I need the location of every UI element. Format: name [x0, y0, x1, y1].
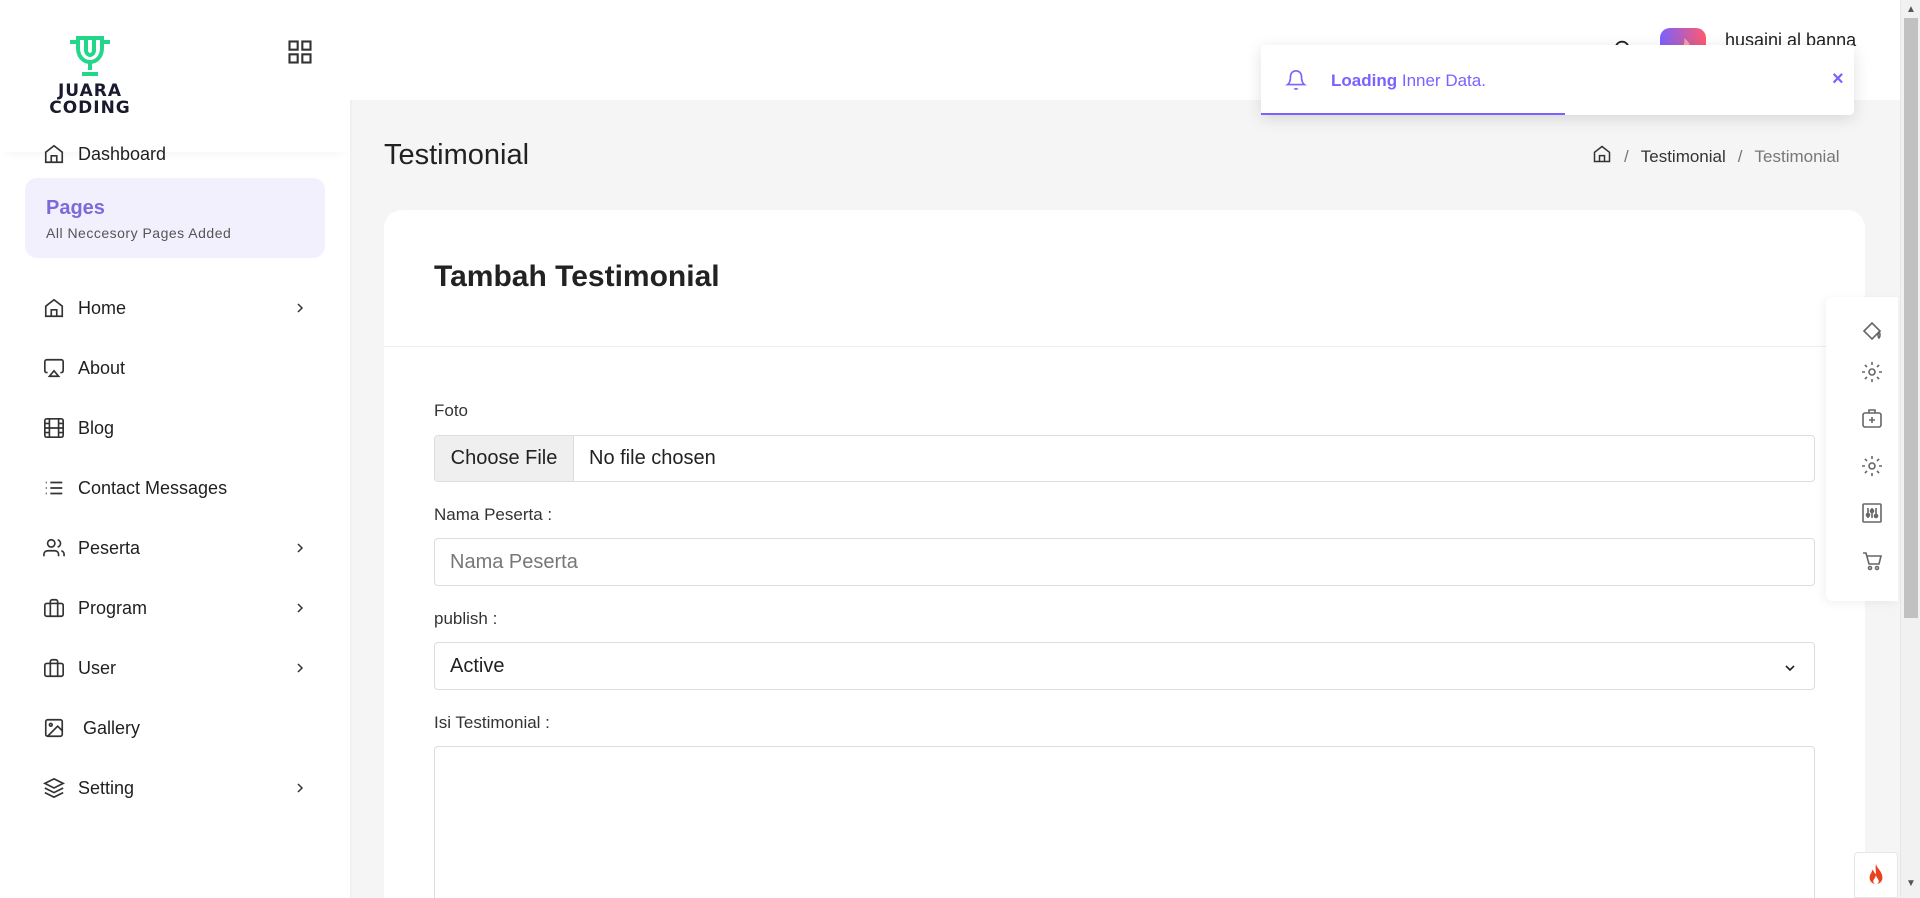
publish-label: publish :	[434, 609, 498, 628]
breadcrumb-link[interactable]: Testimonial	[1641, 147, 1726, 167]
toast-message-bold: Loading	[1331, 71, 1398, 90]
foto-label: Foto	[434, 401, 469, 420]
sidebar-item-peserta[interactable]: Peserta	[0, 518, 350, 578]
logo-area: JUARA CODING	[0, 0, 350, 152]
sidebar-item-label: Setting	[78, 777, 135, 798]
sidebar-item-label: Contact Messages	[78, 477, 228, 498]
sidebar-item-dashboard[interactable]: Dashboard	[0, 134, 350, 174]
breadcrumb-home-icon[interactable]	[1592, 144, 1612, 169]
scroll-up-arrow-icon[interactable]: ▲	[1906, 4, 1916, 15]
film-icon	[42, 416, 66, 440]
bell-icon	[1285, 69, 1307, 96]
toast-progress-bar	[1261, 113, 1565, 115]
gear-icon[interactable]	[1860, 454, 1884, 478]
nama-peserta-label: Nama Peserta :	[434, 505, 553, 524]
briefcase-icon	[42, 596, 66, 620]
breadcrumb-separator: /	[1624, 146, 1629, 166]
pages-card-title: Pages	[46, 197, 105, 219]
grid-menu-icon[interactable]	[286, 38, 314, 66]
file-status-text: No file chosen	[589, 447, 716, 469]
briefcase-icon	[42, 656, 66, 680]
isi-testimonial-label: Isi Testimonial :	[434, 713, 550, 732]
sliders-icon[interactable]	[1860, 501, 1884, 525]
gear-icon[interactable]	[1860, 360, 1884, 384]
sidebar-item-gallery[interactable]: Gallery	[0, 698, 350, 758]
trophy-logo-icon	[70, 36, 110, 76]
publish-selected-value: Active	[450, 654, 505, 677]
fire-icon[interactable]	[1854, 852, 1898, 898]
breadcrumb-separator: /	[1737, 146, 1743, 166]
choose-file-button[interactable]: Choose File	[435, 436, 574, 481]
close-icon[interactable]: ×	[1832, 69, 1844, 89]
users-icon	[42, 536, 66, 560]
sidebar-item-about[interactable]: About	[0, 338, 350, 398]
nama-peserta-input[interactable]	[434, 538, 1815, 586]
logo[interactable]: JUARA CODING	[42, 34, 138, 118]
medical-bag-icon[interactable]	[1860, 406, 1884, 430]
chevron-right-icon	[292, 600, 308, 621]
cart-icon[interactable]	[1860, 549, 1884, 573]
paint-bucket-icon[interactable]	[1860, 319, 1884, 343]
home-icon	[42, 296, 66, 320]
sidebar-item-label: About	[78, 357, 126, 378]
form-body: Foto Choose File No file chosen Nama Pes…	[384, 210, 1865, 898]
page-scrollbar[interactable]: ▲ ▼	[1900, 0, 1920, 898]
list-icon	[42, 476, 66, 500]
sidebar-item-label: Gallery	[83, 717, 141, 738]
publish-select[interactable]: Active	[434, 642, 1815, 690]
toast-message-text: Inner Data.	[1401, 71, 1486, 90]
toast-message: Loading Inner Data.	[1331, 71, 1486, 91]
chevron-down-icon	[1782, 659, 1798, 682]
chevron-right-icon	[292, 540, 308, 561]
sidebar-item-setting[interactable]: Setting	[0, 758, 350, 818]
breadcrumb-current: Testimonial	[1754, 146, 1840, 166]
sidebar-item-home[interactable]: Home	[0, 278, 350, 338]
sidebar-item-label: Dashboard	[78, 143, 167, 164]
sidebar-item-label: User	[78, 657, 117, 678]
toast-notification: Loading Inner Data. ×	[1261, 45, 1854, 115]
sidebar-item-blog[interactable]: Blog	[0, 398, 350, 458]
sidebar-item-label: Peserta	[78, 537, 141, 558]
pages-card-subtitle: All Neccesory Pages Added	[46, 225, 232, 241]
sidebar-item-label: Home	[78, 297, 127, 318]
chevron-right-icon	[292, 300, 308, 321]
sidebar-item-label: Program	[78, 597, 148, 618]
sidebar-item-label: Blog	[78, 417, 115, 438]
sidebar-item-contact-messages[interactable]: Contact Messages	[0, 458, 350, 518]
logo-text-line1: JUARA	[57, 81, 122, 101]
sidebar-item-program[interactable]: Program	[0, 578, 350, 638]
layers-icon	[42, 776, 66, 800]
theme-customizer-panel	[1826, 297, 1898, 601]
airplay-icon	[42, 356, 66, 380]
pages-card: Pages All Neccesory Pages Added	[25, 178, 325, 258]
scroll-thumb[interactable]	[1904, 18, 1918, 618]
sidebar-menu: Dashboard Pages All Neccesory Pages Adde…	[0, 136, 350, 818]
breadcrumb: / Testimonial / Testimonial	[1592, 144, 1840, 169]
sidebar-item-user[interactable]: User	[0, 638, 350, 698]
file-input[interactable]: Choose File No file chosen	[434, 435, 1815, 482]
sidebar: JUARA CODING Dashboard Pages All Necceso…	[0, 0, 350, 898]
page-title: Testimonial	[384, 139, 530, 171]
chevron-right-icon	[292, 780, 308, 801]
home-icon	[42, 142, 66, 166]
logo-text-line2: CODING	[49, 98, 131, 118]
chevron-right-icon	[292, 660, 308, 681]
scroll-down-arrow-icon[interactable]: ▼	[1906, 878, 1916, 889]
isi-testimonial-textarea[interactable]	[434, 746, 1815, 898]
image-icon	[42, 716, 66, 740]
